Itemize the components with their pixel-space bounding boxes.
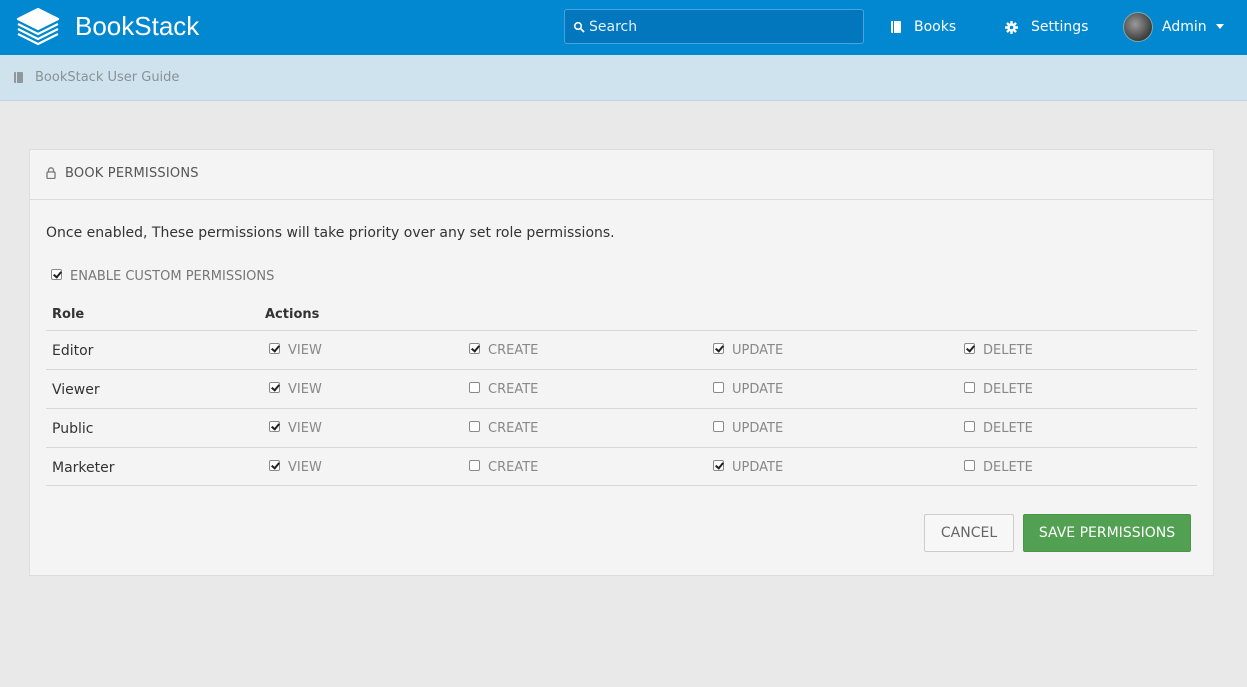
permission-label: UPDATE <box>732 421 784 436</box>
search-box[interactable] <box>564 9 864 44</box>
permissions-card: BOOK PERMISSIONS Once enabled, These per… <box>29 149 1214 576</box>
permission-label: DELETE <box>983 460 1033 475</box>
permission-checkbox[interactable] <box>469 460 480 471</box>
breadcrumb-book-link[interactable]: BookStack User Guide <box>35 69 179 87</box>
role-name: Public <box>52 421 94 437</box>
permission-checkbox[interactable] <box>269 382 280 393</box>
permission-checkbox[interactable] <box>269 343 280 354</box>
permission-checkbox[interactable] <box>964 460 975 471</box>
permission-label: VIEW <box>288 382 322 397</box>
top-header: BookStack Books Settings Admi <box>0 0 1247 55</box>
lock-icon <box>46 167 56 179</box>
permission-checkbox[interactable] <box>469 421 480 432</box>
permission-view[interactable]: VIEW <box>269 420 429 438</box>
role-column-header: Role <box>52 307 85 322</box>
avatar <box>1123 12 1153 42</box>
permission-create[interactable]: CREATE <box>469 381 629 399</box>
nav-settings-link[interactable]: Settings <box>1005 17 1095 37</box>
permission-label: DELETE <box>983 421 1033 436</box>
permission-update[interactable]: UPDATE <box>713 342 873 360</box>
permission-delete[interactable]: DELETE <box>964 342 1124 360</box>
permission-checkbox[interactable] <box>713 343 724 354</box>
table-row: Marketer VIEW CREATE UPDATE DELETE <box>46 447 1197 486</box>
permission-label: CREATE <box>488 343 539 358</box>
enable-custom-permissions-label: ENABLE CUSTOM PERMISSIONS <box>70 269 275 284</box>
permission-checkbox[interactable] <box>964 382 975 393</box>
breadcrumb: BookStack User Guide <box>0 55 1247 101</box>
permission-label: UPDATE <box>732 343 784 358</box>
permission-delete[interactable]: DELETE <box>964 459 1124 477</box>
brand-name[interactable]: BookStack <box>75 8 199 44</box>
permission-label: DELETE <box>983 382 1033 397</box>
permission-create[interactable]: CREATE <box>469 342 629 360</box>
table-row: Editor VIEW CREATE UPDATE DELETE <box>46 330 1197 369</box>
card-title: BOOK PERMISSIONS <box>65 166 199 181</box>
bookstack-logo-icon[interactable] <box>16 8 60 46</box>
role-name: Editor <box>52 343 94 359</box>
book-icon <box>891 21 901 33</box>
gear-icon <box>1005 21 1018 34</box>
permission-label: VIEW <box>288 421 322 436</box>
permission-view[interactable]: VIEW <box>269 459 429 477</box>
permission-create[interactable]: CREATE <box>469 459 629 477</box>
permission-checkbox[interactable] <box>713 421 724 432</box>
actions-column-header: Actions <box>265 307 320 322</box>
intro-text: Once enabled, These permissions will tak… <box>46 225 615 241</box>
table-row: Viewer VIEW CREATE UPDATE DELETE <box>46 369 1197 408</box>
enable-custom-permissions[interactable]: ENABLE CUSTOM PERMISSIONS <box>51 268 311 286</box>
permission-delete[interactable]: DELETE <box>964 420 1124 438</box>
permission-update[interactable]: UPDATE <box>713 459 873 477</box>
nav-settings-label: Settings <box>1031 19 1089 35</box>
permission-update[interactable]: UPDATE <box>713 420 873 438</box>
table-row: Public VIEW CREATE UPDATE DELETE <box>46 408 1197 447</box>
permission-label: DELETE <box>983 343 1033 358</box>
nav-books-label: Books <box>914 19 957 35</box>
permission-view[interactable]: VIEW <box>269 381 429 399</box>
save-permissions-button[interactable]: SAVE PERMISSIONS <box>1023 514 1191 552</box>
permission-label: VIEW <box>288 460 322 475</box>
permission-label: CREATE <box>488 382 539 397</box>
permission-checkbox[interactable] <box>964 343 975 354</box>
user-menu[interactable]: Admin <box>1123 12 1233 42</box>
permission-checkbox[interactable] <box>469 343 480 354</box>
user-name: Admin <box>1162 19 1207 35</box>
book-icon <box>14 72 23 83</box>
enable-custom-permissions-checkbox[interactable] <box>51 269 62 280</box>
permission-checkbox[interactable] <box>269 460 280 471</box>
nav-books-link[interactable]: Books <box>891 17 961 37</box>
permission-delete[interactable]: DELETE <box>964 381 1124 399</box>
permission-label: CREATE <box>488 460 539 475</box>
role-name: Viewer <box>52 382 100 398</box>
permission-label: UPDATE <box>732 382 784 397</box>
permission-create[interactable]: CREATE <box>469 420 629 438</box>
permission-checkbox[interactable] <box>269 421 280 432</box>
card-header: BOOK PERMISSIONS <box>30 150 1213 200</box>
permission-checkbox[interactable] <box>713 460 724 471</box>
permission-label: UPDATE <box>732 460 784 475</box>
permission-checkbox[interactable] <box>713 382 724 393</box>
permission-label: VIEW <box>288 343 322 358</box>
permission-label: CREATE <box>488 421 539 436</box>
cancel-button[interactable]: CANCEL <box>924 514 1014 552</box>
permission-checkbox[interactable] <box>469 382 480 393</box>
search-icon <box>573 21 585 33</box>
permission-view[interactable]: VIEW <box>269 342 429 360</box>
search-input[interactable] <box>589 10 859 43</box>
permission-update[interactable]: UPDATE <box>713 381 873 399</box>
role-name: Marketer <box>52 460 115 476</box>
caret-down-icon <box>1216 24 1224 29</box>
permission-checkbox[interactable] <box>964 421 975 432</box>
